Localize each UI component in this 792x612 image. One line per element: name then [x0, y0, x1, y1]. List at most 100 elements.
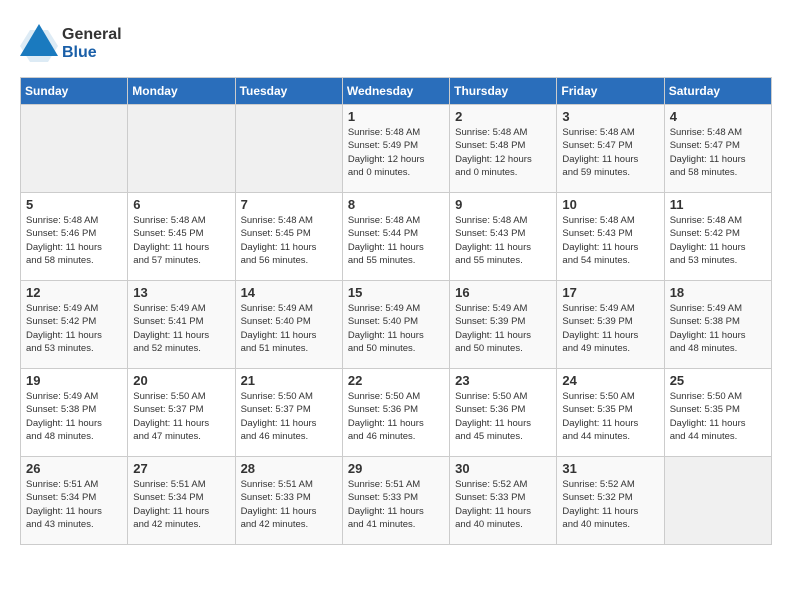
- day-number: 29: [348, 461, 444, 476]
- day-number: 26: [26, 461, 122, 476]
- day-info: Sunrise: 5:52 AM Sunset: 5:32 PM Dayligh…: [562, 478, 658, 531]
- day-number: 5: [26, 197, 122, 212]
- day-info: Sunrise: 5:48 AM Sunset: 5:44 PM Dayligh…: [348, 214, 444, 267]
- calendar-body: 1 Sunrise: 5:48 AM Sunset: 5:49 PM Daylig…: [21, 105, 772, 545]
- day-info: Sunrise: 5:50 AM Sunset: 5:37 PM Dayligh…: [133, 390, 229, 443]
- day-cell: 17Sunrise: 5:49 AM Sunset: 5:39 PM Dayli…: [557, 281, 664, 369]
- logo-icon: [20, 20, 58, 67]
- day-number: 15: [348, 285, 444, 300]
- day-info: Sunrise: 5:49 AM Sunset: 5:40 PM Dayligh…: [348, 302, 444, 355]
- day-cell: 11 Sunrise: 5:48 AM Sunset: 5:42 PM Dayli…: [664, 193, 771, 281]
- day-cell: 25Sunrise: 5:50 AM Sunset: 5:35 PM Dayli…: [664, 369, 771, 457]
- day-number: 14: [241, 285, 337, 300]
- day-number: 7: [241, 197, 337, 212]
- day-number: 12: [26, 285, 122, 300]
- day-info: Sunrise: 5:50 AM Sunset: 5:36 PM Dayligh…: [455, 390, 551, 443]
- day-cell: 6Sunrise: 5:48 AM Sunset: 5:45 PM Daylig…: [128, 193, 235, 281]
- logo: General Blue: [20, 20, 122, 67]
- week-row-4: 19Sunrise: 5:49 AM Sunset: 5:38 PM Dayli…: [21, 369, 772, 457]
- day-cell: 2Sunrise: 5:48 AM Sunset: 5:48 PM Daylig…: [450, 105, 557, 193]
- day-cell: 18Sunrise: 5:49 AM Sunset: 5:38 PM Dayli…: [664, 281, 771, 369]
- day-number: 20: [133, 373, 229, 388]
- day-cell: 9Sunrise: 5:48 AM Sunset: 5:43 PM Daylig…: [450, 193, 557, 281]
- day-info: Sunrise: 5:48 AM Sunset: 5:47 PM Dayligh…: [670, 126, 766, 179]
- day-info: Sunrise: 5:51 AM Sunset: 5:34 PM Dayligh…: [133, 478, 229, 531]
- day-cell: 24 Sunrise: 5:50 AM Sunset: 5:35 PM Dayli…: [557, 369, 664, 457]
- day-cell: [128, 105, 235, 193]
- day-cell: 20 Sunrise: 5:50 AM Sunset: 5:37 PM Dayli…: [128, 369, 235, 457]
- day-cell: 16 Sunrise: 5:49 AM Sunset: 5:39 PM Dayli…: [450, 281, 557, 369]
- day-info: Sunrise: 5:48 AM Sunset: 5:45 PM Dayligh…: [241, 214, 337, 267]
- week-row-1: 1 Sunrise: 5:48 AM Sunset: 5:49 PM Daylig…: [21, 105, 772, 193]
- day-number: 4: [670, 109, 766, 124]
- page-header: General Blue: [20, 20, 772, 67]
- day-cell: 26 Sunrise: 5:51 AM Sunset: 5:34 PM Dayli…: [21, 457, 128, 545]
- day-cell: [21, 105, 128, 193]
- day-info: Sunrise: 5:51 AM Sunset: 5:34 PM Dayligh…: [26, 478, 122, 531]
- header-cell-wednesday: Wednesday: [342, 78, 449, 105]
- day-number: 31: [562, 461, 658, 476]
- day-info: Sunrise: 5:49 AM Sunset: 5:38 PM Dayligh…: [26, 390, 122, 443]
- day-info: Sunrise: 5:49 AM Sunset: 5:38 PM Dayligh…: [670, 302, 766, 355]
- day-number: 3: [562, 109, 658, 124]
- day-info: Sunrise: 5:50 AM Sunset: 5:37 PM Dayligh…: [241, 390, 337, 443]
- day-cell: 5 Sunrise: 5:48 AM Sunset: 5:46 PM Daylig…: [21, 193, 128, 281]
- header-cell-friday: Friday: [557, 78, 664, 105]
- day-info: Sunrise: 5:50 AM Sunset: 5:35 PM Dayligh…: [562, 390, 658, 443]
- day-info: Sunrise: 5:49 AM Sunset: 5:42 PM Dayligh…: [26, 302, 122, 355]
- week-row-5: 26 Sunrise: 5:51 AM Sunset: 5:34 PM Dayli…: [21, 457, 772, 545]
- day-info: Sunrise: 5:49 AM Sunset: 5:39 PM Dayligh…: [455, 302, 551, 355]
- day-number: 2: [455, 109, 551, 124]
- day-info: Sunrise: 5:48 AM Sunset: 5:43 PM Dayligh…: [562, 214, 658, 267]
- day-cell: 12 Sunrise: 5:49 AM Sunset: 5:42 PM Dayli…: [21, 281, 128, 369]
- day-number: 24: [562, 373, 658, 388]
- day-info: Sunrise: 5:49 AM Sunset: 5:41 PM Dayligh…: [133, 302, 229, 355]
- day-info: Sunrise: 5:49 AM Sunset: 5:39 PM Dayligh…: [562, 302, 658, 355]
- day-number: 1: [348, 109, 444, 124]
- week-row-2: 5 Sunrise: 5:48 AM Sunset: 5:46 PM Daylig…: [21, 193, 772, 281]
- header-row: SundayMondayTuesdayWednesdayThursdayFrid…: [21, 78, 772, 105]
- header-cell-tuesday: Tuesday: [235, 78, 342, 105]
- day-info: Sunrise: 5:48 AM Sunset: 5:47 PM Dayligh…: [562, 126, 658, 179]
- day-cell: 31 Sunrise: 5:52 AM Sunset: 5:32 PM Dayli…: [557, 457, 664, 545]
- calendar-header: SundayMondayTuesdayWednesdayThursdayFrid…: [21, 78, 772, 105]
- day-number: 30: [455, 461, 551, 476]
- header-cell-thursday: Thursday: [450, 78, 557, 105]
- day-cell: 7 Sunrise: 5:48 AM Sunset: 5:45 PM Daylig…: [235, 193, 342, 281]
- day-cell: [235, 105, 342, 193]
- day-info: Sunrise: 5:52 AM Sunset: 5:33 PM Dayligh…: [455, 478, 551, 531]
- day-info: Sunrise: 5:48 AM Sunset: 5:49 PM Dayligh…: [348, 126, 444, 179]
- day-cell: 1 Sunrise: 5:48 AM Sunset: 5:49 PM Daylig…: [342, 105, 449, 193]
- day-info: Sunrise: 5:48 AM Sunset: 5:42 PM Dayligh…: [670, 214, 766, 267]
- day-info: Sunrise: 5:49 AM Sunset: 5:40 PM Dayligh…: [241, 302, 337, 355]
- day-number: 22: [348, 373, 444, 388]
- day-cell: 29Sunrise: 5:51 AM Sunset: 5:33 PM Dayli…: [342, 457, 449, 545]
- day-cell: 23 Sunrise: 5:50 AM Sunset: 5:36 PM Dayli…: [450, 369, 557, 457]
- day-cell: 27 Sunrise: 5:51 AM Sunset: 5:34 PM Dayli…: [128, 457, 235, 545]
- day-cell: 13 Sunrise: 5:49 AM Sunset: 5:41 PM Dayli…: [128, 281, 235, 369]
- day-number: 25: [670, 373, 766, 388]
- day-info: Sunrise: 5:48 AM Sunset: 5:45 PM Dayligh…: [133, 214, 229, 267]
- day-cell: [664, 457, 771, 545]
- day-cell: 30 Sunrise: 5:52 AM Sunset: 5:33 PM Dayli…: [450, 457, 557, 545]
- day-number: 11: [670, 197, 766, 212]
- day-number: 28: [241, 461, 337, 476]
- day-info: Sunrise: 5:50 AM Sunset: 5:36 PM Dayligh…: [348, 390, 444, 443]
- header-cell-monday: Monday: [128, 78, 235, 105]
- day-number: 27: [133, 461, 229, 476]
- day-cell: 3 Sunrise: 5:48 AM Sunset: 5:47 PM Daylig…: [557, 105, 664, 193]
- logo-general: General: [62, 26, 122, 44]
- day-cell: 4 Sunrise: 5:48 AM Sunset: 5:47 PM Daylig…: [664, 105, 771, 193]
- logo-blue: Blue: [62, 44, 97, 62]
- day-cell: 15 Sunrise: 5:49 AM Sunset: 5:40 PM Dayli…: [342, 281, 449, 369]
- day-number: 16: [455, 285, 551, 300]
- day-info: Sunrise: 5:48 AM Sunset: 5:43 PM Dayligh…: [455, 214, 551, 267]
- week-row-3: 12 Sunrise: 5:49 AM Sunset: 5:42 PM Dayli…: [21, 281, 772, 369]
- day-number: 13: [133, 285, 229, 300]
- day-number: 8: [348, 197, 444, 212]
- calendar-table: SundayMondayTuesdayWednesdayThursdayFrid…: [20, 77, 772, 545]
- day-cell: 28Sunrise: 5:51 AM Sunset: 5:33 PM Dayli…: [235, 457, 342, 545]
- day-info: Sunrise: 5:48 AM Sunset: 5:46 PM Dayligh…: [26, 214, 122, 267]
- day-number: 23: [455, 373, 551, 388]
- day-number: 10: [562, 197, 658, 212]
